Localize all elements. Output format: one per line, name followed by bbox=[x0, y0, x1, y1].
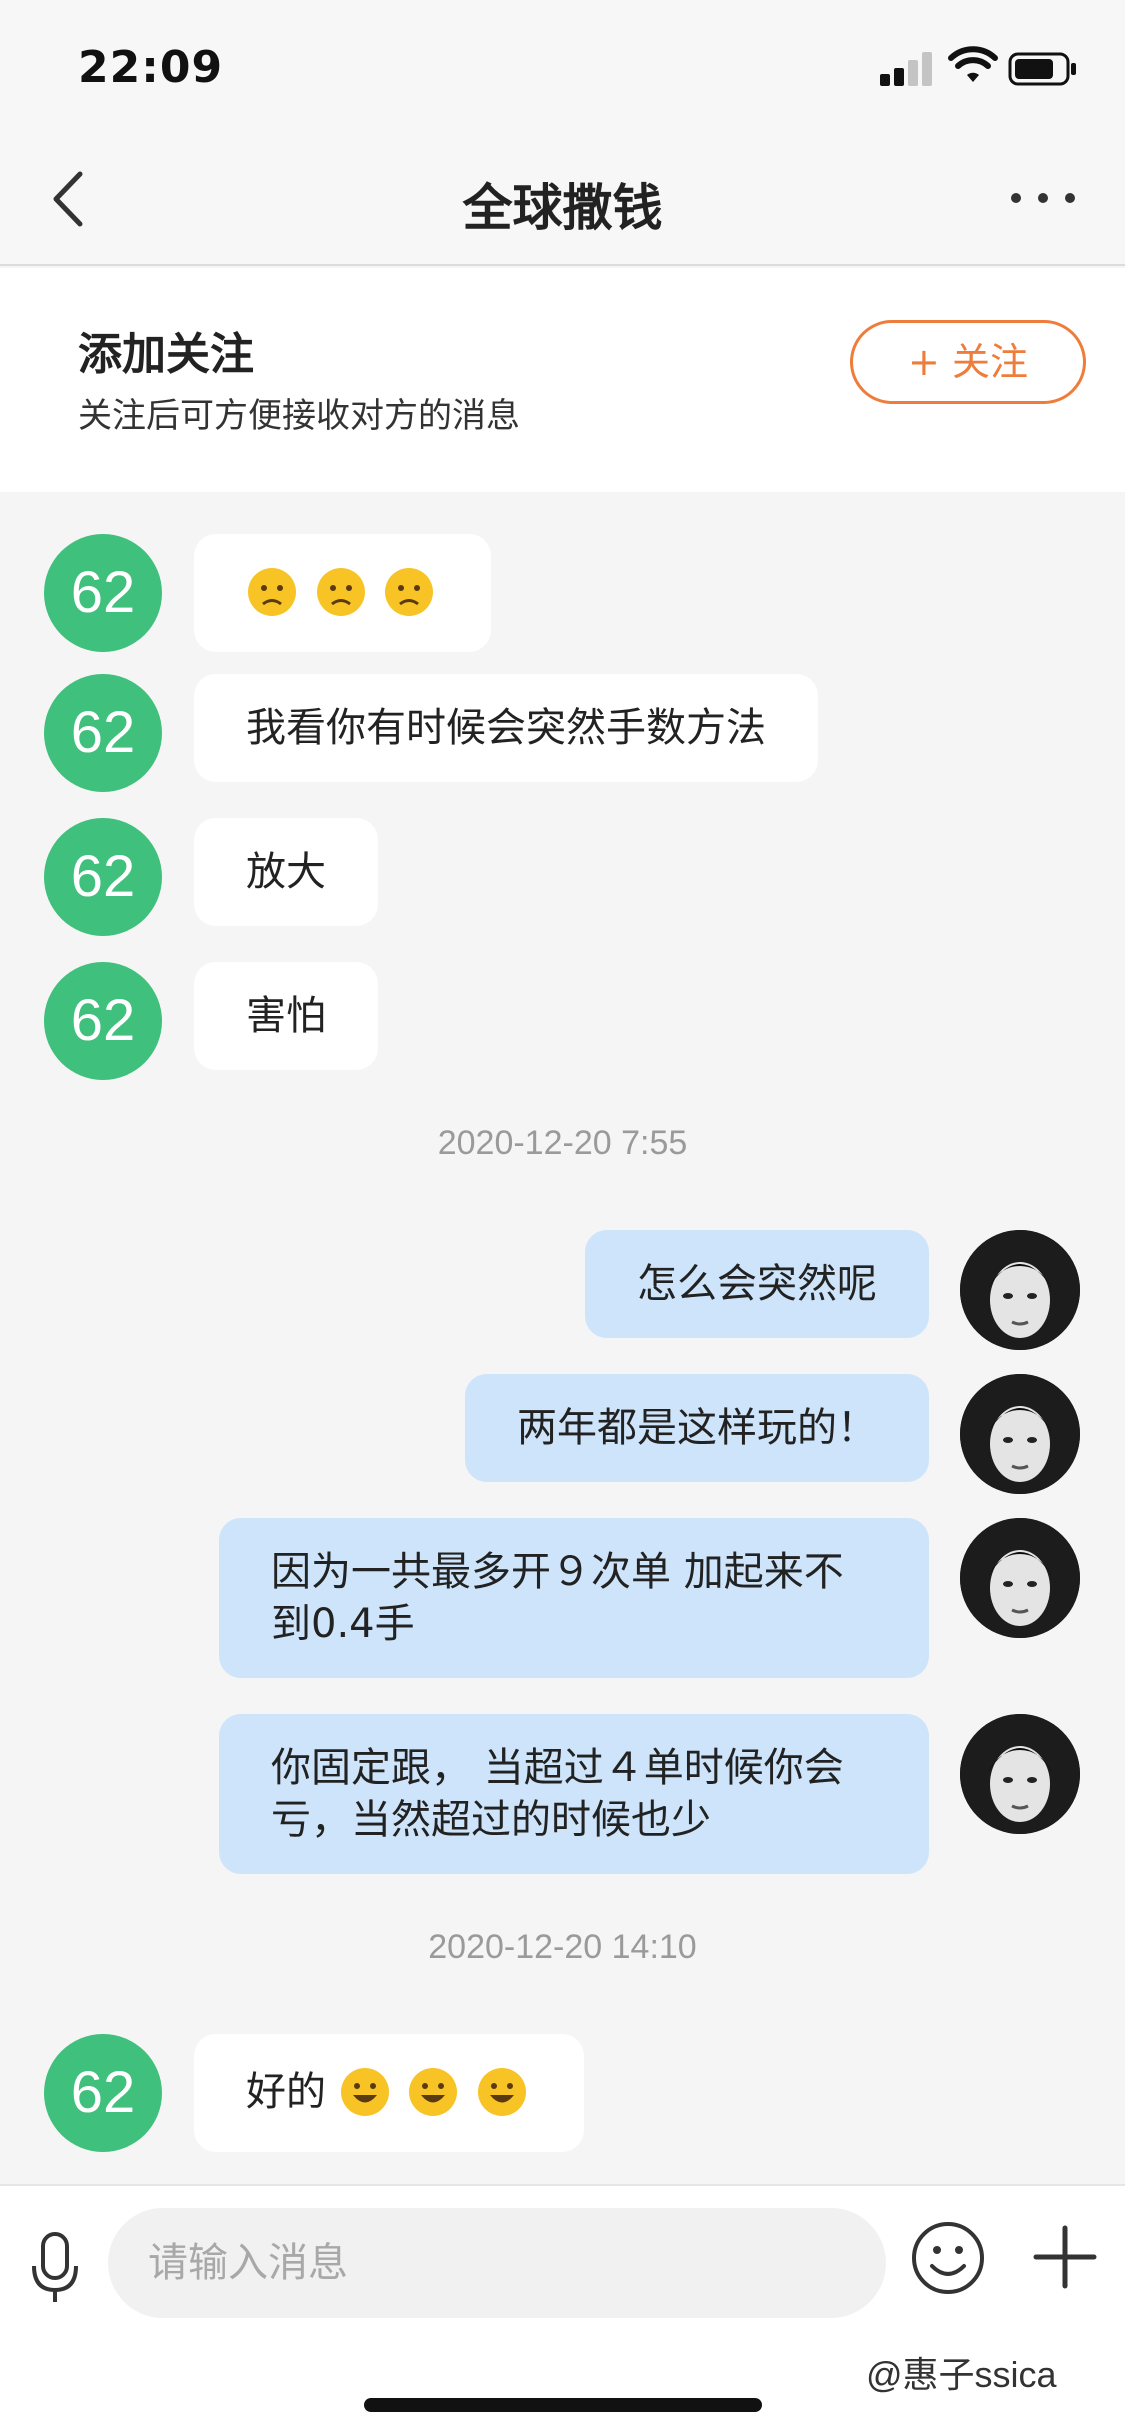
avatar[interactable]: 62 bbox=[44, 962, 162, 1080]
follow-banner: 添加关注 关注后可方便接收对方的消息 + 关注 bbox=[0, 268, 1125, 492]
message-bubble[interactable]: 怎么会突然呢 bbox=[585, 1230, 929, 1338]
portrait-image bbox=[960, 1518, 1080, 1638]
avatar[interactable]: 62 bbox=[44, 674, 162, 792]
status-time: 22:09 bbox=[78, 42, 224, 93]
message-text: 好的 bbox=[246, 2069, 326, 2115]
frowning-face-icon bbox=[316, 568, 365, 616]
page-title: 全球撒钱 bbox=[462, 179, 663, 237]
avatar[interactable] bbox=[960, 1714, 1080, 1834]
follow-subtitle: 关注后可方便接收对方的消息 bbox=[78, 396, 520, 436]
plus-icon[interactable] bbox=[1030, 2222, 1100, 2292]
follow-title: 添加关注 bbox=[78, 329, 254, 380]
home-indicator[interactable] bbox=[364, 2398, 762, 2412]
microphone-icon[interactable] bbox=[30, 2230, 80, 2306]
follow-button[interactable]: + 关注 bbox=[850, 320, 1086, 404]
nav-bar: 全球撒钱 bbox=[0, 132, 1125, 266]
portrait-image bbox=[960, 1714, 1080, 1834]
message-bubble[interactable]: 你固定跟， 当超过４单时候你会亏，当然超过的时候也少 bbox=[219, 1714, 929, 1874]
message-bubble[interactable]: 因为一共最多开９次单 加起来不到0.4手 bbox=[219, 1518, 929, 1678]
avatar[interactable] bbox=[960, 1230, 1080, 1350]
frowning-face-icon bbox=[385, 568, 434, 616]
message-input[interactable] bbox=[108, 2208, 886, 2318]
avatar[interactable] bbox=[960, 1518, 1080, 1638]
battery-icon bbox=[1008, 52, 1076, 86]
status-bar: 22:09 bbox=[0, 0, 1125, 132]
message-bubble[interactable]: 两年都是这样玩的！ bbox=[465, 1374, 929, 1482]
avatar[interactable]: 62 bbox=[44, 818, 162, 936]
watermark: @惠子ssica bbox=[866, 2354, 1057, 2395]
timestamp: 2020-12-20 7:55 bbox=[437, 1124, 688, 1162]
input-bar: @惠子ssica bbox=[0, 2184, 1125, 2436]
avatar[interactable]: 62 bbox=[44, 2034, 162, 2152]
portrait-image bbox=[960, 1230, 1080, 1350]
smiley-icon[interactable] bbox=[910, 2220, 986, 2296]
avatar[interactable] bbox=[960, 1374, 1080, 1494]
chat-thread[interactable]: 62 62 我看你有时候会突然手数方法 62 放大 62 害怕 2020-12-… bbox=[0, 492, 1125, 2184]
timestamp: 2020-12-20 14:10 bbox=[428, 1928, 697, 1966]
grinning-face-icon bbox=[409, 2068, 458, 2116]
message-bubble[interactable]: 我看你有时候会突然手数方法 bbox=[194, 674, 818, 782]
grinning-face-icon bbox=[340, 2068, 389, 2116]
cellular-signal-icon bbox=[880, 50, 936, 86]
grinning-face-icon bbox=[478, 2068, 527, 2116]
message-bubble[interactable]: 好的 bbox=[194, 2034, 585, 2152]
message-bubble[interactable]: 害怕 bbox=[194, 962, 378, 1070]
wifi-icon bbox=[948, 46, 998, 82]
more-horizontal-icon[interactable] bbox=[1008, 176, 1078, 220]
frowning-face-icon bbox=[248, 568, 296, 616]
message-bubble[interactable] bbox=[194, 534, 492, 652]
avatar[interactable]: 62 bbox=[44, 534, 162, 652]
message-bubble[interactable]: 放大 bbox=[194, 818, 378, 926]
portrait-image bbox=[960, 1374, 1080, 1494]
